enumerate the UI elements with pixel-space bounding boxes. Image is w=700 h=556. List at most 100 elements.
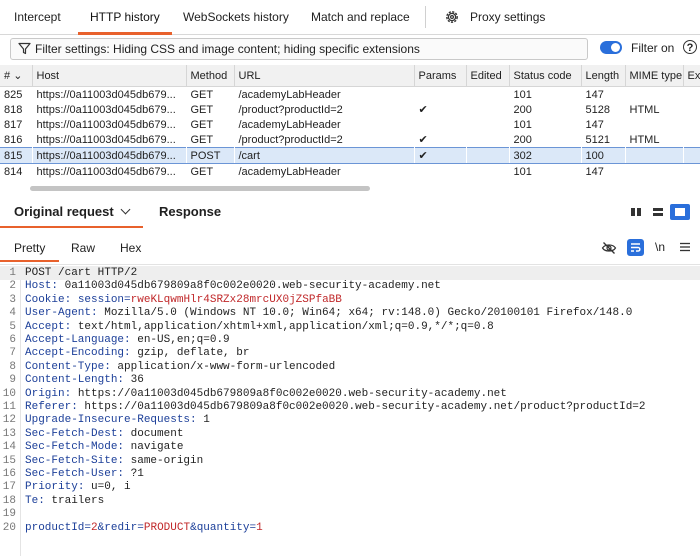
tab-http-history[interactable]: HTTP history (78, 0, 172, 35)
cell-length: 5121 (585, 133, 610, 146)
header-value: Mozilla/5.0 (Windows NT 10.0; Win64; x64… (104, 307, 633, 320)
body-param-value: 2 (91, 521, 98, 534)
table-row[interactable]: 815 https://0a11003d045db679... POST/cart ✔… (0, 147, 700, 164)
header-separator: : (190, 414, 204, 427)
tab-original-request[interactable]: Original request (0, 198, 143, 228)
table-horizontal-scrollbar[interactable] (30, 186, 370, 191)
tab-match-and-replace[interactable]: Match and replace (311, 0, 410, 34)
column-header-edited[interactable]: Edited (466, 65, 510, 87)
word-wrap-icon[interactable] (627, 239, 644, 256)
header-value: 1 (203, 414, 210, 427)
column-header-url[interactable]: URL (234, 65, 415, 87)
column-header-host[interactable]: Host (32, 65, 187, 87)
column-header-extension[interactable]: Ex (683, 65, 700, 87)
header-name: Origin (25, 387, 65, 400)
header-name: Accept-Encoding (25, 347, 125, 360)
column-header-length[interactable]: Length (581, 65, 626, 87)
header-value: u=0, i (91, 481, 131, 494)
column-header-method[interactable]: Method (186, 65, 235, 87)
table-row[interactable]: 825 https://0a11003d045db679... GET/academ… (0, 87, 700, 103)
header-value: document (130, 427, 184, 440)
cell-mime-type: HTML (629, 103, 660, 116)
chevron-down-icon (120, 204, 131, 215)
sort-desc-icon: ⌄ (13, 70, 23, 82)
column-header-mime-type[interactable]: MIME type (625, 65, 684, 87)
body-param-value: 1 (256, 521, 263, 534)
cell-edited (466, 117, 509, 132)
cookie-value: rweKLqwmHlr4SRZx28mrcUX0jZSPfaBB (130, 293, 342, 306)
table-row[interactable]: 817 https://0a11003d045db679... GET/academ… (0, 117, 700, 132)
cell-mime-type (625, 117, 683, 132)
request-editor[interactable]: 1 POST /cart HTTP/2 2 Host: 0a11003d045db67… (0, 266, 700, 556)
param-separator: & (190, 521, 197, 534)
table-row[interactable]: 816 https://0a11003d045db679... GET/produc… (0, 132, 700, 148)
line-text: productId=2&redir=PRODUCT&quantity=1 (25, 521, 263, 535)
help-icon[interactable]: ? (683, 40, 697, 54)
cell-extension (683, 147, 700, 164)
show-newlines-toggle[interactable]: \n (655, 239, 665, 255)
header-name: Sec-Fetch-User (25, 468, 118, 480)
cell-host: https://0a11003d045db679... (36, 118, 176, 131)
column-header-number[interactable]: # ⌄ (0, 65, 33, 87)
cell-number: 818 (4, 103, 23, 116)
header-name: Sec-Fetch-Site (25, 454, 118, 467)
history-table: # ⌄ Host Method URL Params Edited Status… (0, 65, 700, 179)
cell-status-code: 200 (513, 103, 532, 116)
line-number: 9 (9, 374, 16, 387)
tab-websockets-history[interactable]: WebSockets history (183, 0, 289, 34)
line-text: Cookie: session=rweKLqwmHlr4SRZx28mrcUX0… (25, 293, 342, 307)
header-separator: : (91, 307, 105, 320)
code-line: 20 productId=2&redir=PRODUCT&quantity=1 (0, 521, 700, 535)
header-name: User-Agent (25, 307, 92, 320)
cell-mime-type: HTML (629, 133, 660, 146)
tab-proxy-settings[interactable]: Proxy settings (470, 0, 545, 34)
split-columns-icon[interactable] (626, 204, 646, 220)
proxy-tabs: Intercept HTTP history WebSockets histor… (0, 0, 700, 35)
cell-method: GET (190, 103, 214, 116)
header-name: Te (25, 494, 39, 507)
hide-nonprinting-icon[interactable] (601, 240, 617, 256)
table-row[interactable]: 814 https://0a11003d045db679... GET/academ… (0, 164, 700, 180)
table-header-row: # ⌄ Host Method URL Params Edited Status… (0, 65, 700, 87)
filter-icon (18, 42, 31, 55)
header-separator: : (104, 360, 118, 373)
table-row[interactable]: 818 https://0a11003d045db679... GET/produc… (0, 102, 700, 117)
cell-extension (683, 87, 700, 103)
split-rows-icon[interactable] (648, 204, 668, 220)
code-line: 2 Host: 0a11003d045db679809a8f0c002e0020.… (0, 279, 700, 293)
history-table-container: # ⌄ Host Method URL Params Edited Status… (0, 65, 700, 185)
filter-settings-bar[interactable]: Filter settings: Hiding CSS and image co… (10, 38, 588, 60)
cell-length: 100 (581, 147, 625, 164)
param-equals: = (137, 521, 144, 534)
code-line: 13 Sec-Fetch-Dest: document (0, 427, 700, 441)
line-text: Referer: https://0a11003d045db679809a8f0… (25, 400, 646, 414)
body-param-name: quantity (196, 521, 250, 534)
cell-host: https://0a11003d045db679... (36, 165, 176, 178)
gear-icon[interactable] (444, 9, 460, 25)
header-separator: : (117, 454, 131, 467)
code-line: 10 Origin: https://0a11003d045db679809a8f… (0, 387, 700, 401)
hamburger-menu-icon[interactable] (680, 242, 690, 252)
header-value: 36 (130, 374, 144, 387)
cell-extension (683, 132, 700, 148)
tab-response[interactable]: Response (159, 198, 221, 226)
line-text: Te: trailers (25, 494, 104, 508)
layout-buttons (626, 204, 692, 220)
filter-toggle[interactable] (600, 41, 622, 54)
tab-intercept[interactable]: Intercept (14, 0, 61, 34)
cell-status-code: 302 (509, 147, 581, 164)
cell-url: /academyLabHeader (238, 165, 341, 178)
cell-host: https://0a11003d045db679... (36, 133, 176, 146)
tab-raw[interactable]: Raw (71, 236, 95, 262)
cell-edited (466, 87, 509, 103)
column-header-status-code[interactable]: Status code (509, 65, 582, 87)
cell-status-code: 101 (513, 165, 532, 178)
tabs-layout-icon[interactable] (670, 204, 690, 220)
cell-edited (466, 147, 509, 164)
tab-pretty[interactable]: Pretty (0, 236, 60, 262)
tab-hex[interactable]: Hex (120, 236, 141, 262)
cell-url: /product?productId=2 (238, 133, 343, 146)
column-header-params[interactable]: Params (414, 65, 467, 87)
cookie-equals: = (124, 293, 131, 306)
header-separator: : (64, 293, 78, 306)
